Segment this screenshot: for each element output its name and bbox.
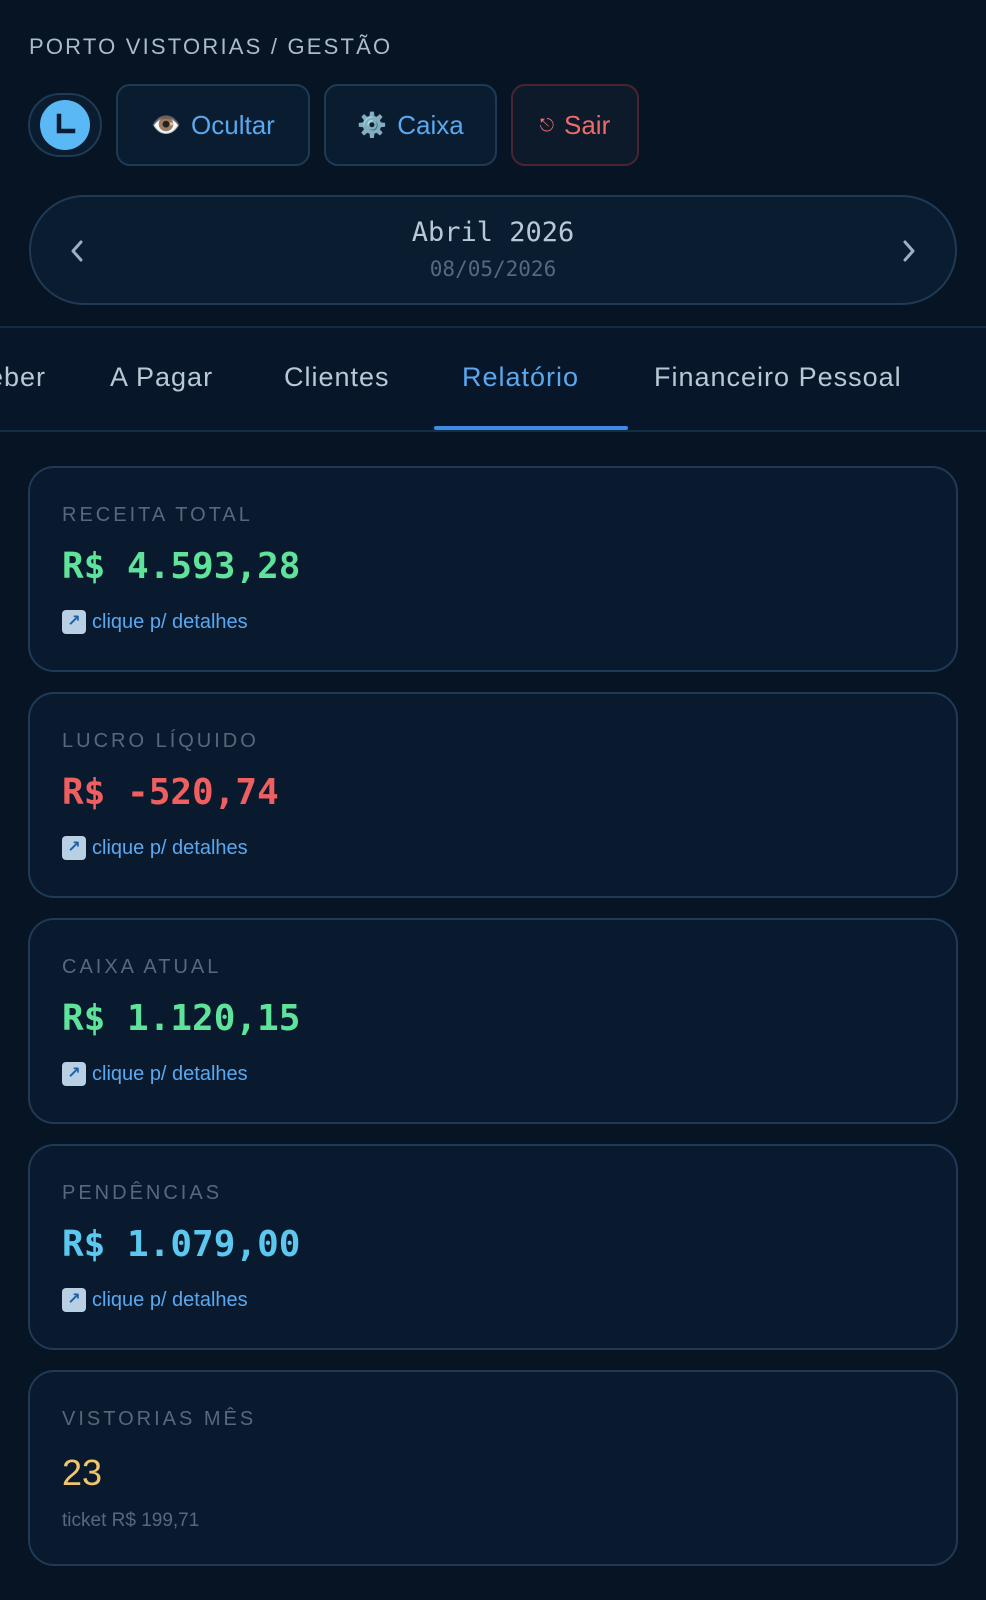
card-label: RECEITA TOTAL xyxy=(62,504,253,526)
brand-title: PORTO VISTORIAS / GESTÃO xyxy=(29,34,393,59)
tab-a-receber[interactable]: eber xyxy=(0,362,46,393)
chevron-right-icon xyxy=(903,240,915,262)
tab-bar: eber A Pagar Clientes Relatório Financei… xyxy=(0,326,986,432)
current-date: 08/05/2026 xyxy=(429,257,557,281)
details-link-label: clique p/ detalhes xyxy=(92,610,248,633)
cash-settings-button[interactable]: ⚙️ Caixa xyxy=(324,84,497,166)
app-root: PORTO VISTORIAS / GESTÃO 👁️ Ocultar ⚙️ C… xyxy=(0,0,986,1600)
tab-a-pagar[interactable]: A Pagar xyxy=(110,362,213,393)
eye-icon: 👁️ xyxy=(151,111,182,139)
details-link[interactable]: ↗ clique p/ detalhes xyxy=(62,1288,248,1312)
card-value: R$ -520,74 xyxy=(62,772,279,813)
card-receita-total[interactable]: RECEITA TOTAL R$ 4.593,28 ↗ clique p/ de… xyxy=(28,466,958,672)
month-title: Abril 2026 xyxy=(411,217,575,248)
arrow-up-right-icon: ↗ xyxy=(62,610,86,634)
card-pendencias[interactable]: PENDÊNCIAS R$ 1.079,00 ↗ clique p/ detal… xyxy=(28,1144,958,1350)
gear-icon: ⚙️ xyxy=(357,111,388,139)
card-value: R$ 4.593,28 xyxy=(62,546,301,587)
ticket-average: ticket R$ 199,71 xyxy=(62,1510,200,1531)
cash-settings-label: Caixa xyxy=(397,109,464,140)
active-tab-indicator xyxy=(434,426,628,430)
avatar-letter-icon xyxy=(56,113,76,134)
card-label: VISTORIAS MÊS xyxy=(62,1408,257,1430)
logout-icon: ⎋ xyxy=(539,114,554,135)
card-value: 23 xyxy=(62,1452,103,1493)
card-caixa-atual[interactable]: CAIXA ATUAL R$ 1.120,15 ↗ clique p/ deta… xyxy=(28,918,958,1124)
card-vistorias-mes: VISTORIAS MÊS 23 ticket R$ 199,71 xyxy=(28,1370,958,1566)
hide-values-label: Ocultar xyxy=(191,109,275,140)
arrow-up-right-icon: ↗ xyxy=(62,1288,86,1312)
card-value: R$ 1.120,15 xyxy=(62,998,301,1039)
logout-label: Sair xyxy=(564,109,611,140)
card-lucro-liquido[interactable]: LUCRO LÍQUIDO R$ -520,74 ↗ clique p/ det… xyxy=(28,692,958,898)
tab-financeiro-pessoal[interactable]: Financeiro Pessoal xyxy=(654,362,902,393)
details-link[interactable]: ↗ clique p/ detalhes xyxy=(62,1062,248,1086)
details-link-label: clique p/ detalhes xyxy=(92,836,248,859)
next-month-button[interactable] xyxy=(889,227,929,275)
hide-values-button[interactable]: 👁️ Ocultar xyxy=(116,84,310,166)
arrow-up-right-icon: ↗ xyxy=(62,836,86,860)
details-link-label: clique p/ detalhes xyxy=(92,1062,248,1085)
card-label: PENDÊNCIAS xyxy=(62,1182,223,1204)
details-link-label: clique p/ detalhes xyxy=(92,1288,248,1311)
arrow-up-right-icon: ↗ xyxy=(62,1062,86,1086)
tab-clientes[interactable]: Clientes xyxy=(284,362,390,393)
details-link[interactable]: ↗ clique p/ detalhes xyxy=(62,836,248,860)
avatar-circle xyxy=(40,100,90,150)
month-navigator: Abril 2026 08/05/2026 xyxy=(29,195,957,305)
card-label: LUCRO LÍQUIDO xyxy=(62,730,259,752)
card-label: CAIXA ATUAL xyxy=(62,956,222,978)
user-avatar[interactable] xyxy=(28,93,102,157)
card-value: R$ 1.079,00 xyxy=(62,1224,301,1265)
logout-button[interactable]: ⎋ Sair xyxy=(511,84,639,166)
details-link[interactable]: ↗ clique p/ detalhes xyxy=(62,610,248,634)
tab-relatorio[interactable]: Relatório xyxy=(462,362,579,393)
